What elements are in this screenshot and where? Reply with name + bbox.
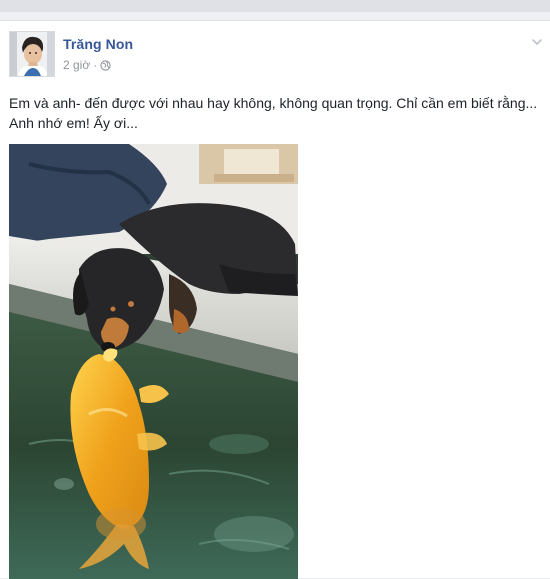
feed-post: Trăng Non 2 giờ · Em và anh- đến được vớ… [0, 20, 550, 579]
post-photo[interactable] [9, 144, 298, 579]
chevron-down-icon[interactable] [530, 35, 544, 49]
post-timestamp[interactable]: 2 giờ [63, 58, 90, 72]
feed-gap [0, 12, 550, 20]
puppy-kissing-koi-photo [9, 144, 298, 579]
post-meta: 2 giờ · [63, 58, 111, 72]
browser-top-bar [0, 0, 550, 12]
globe-icon[interactable] [100, 59, 111, 71]
avatar[interactable] [9, 31, 55, 77]
avatar-image [10, 32, 54, 76]
meta-separator: · [93, 58, 98, 72]
author-name-link[interactable]: Trăng Non [63, 36, 133, 52]
post-message: Em và anh- đến được với nhau hay không, … [9, 95, 538, 131]
